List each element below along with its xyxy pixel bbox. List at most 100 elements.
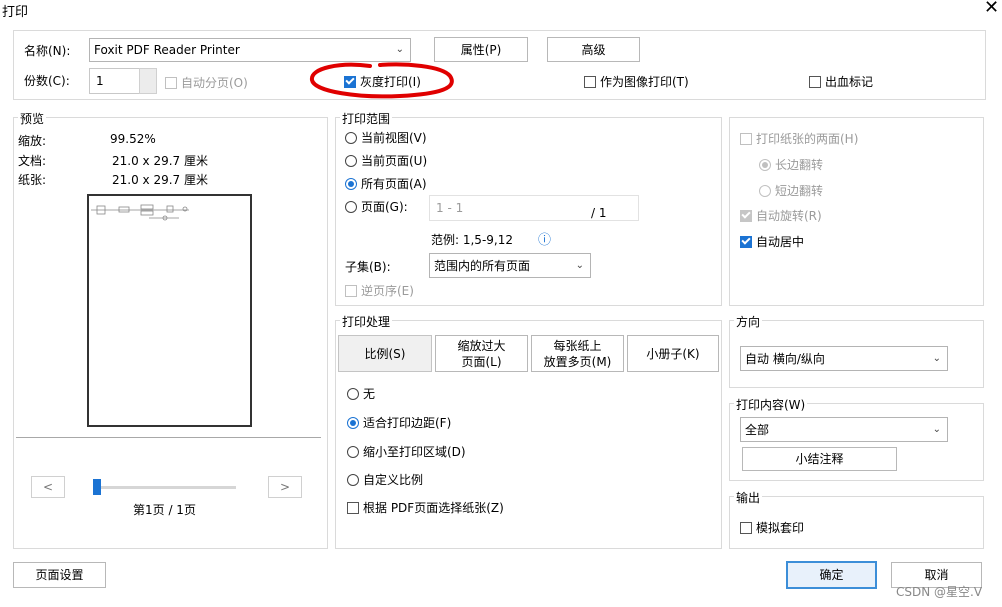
summarize-comments-button[interactable]: 小结注释 [742,447,897,471]
choose-paper-checkbox-box [347,501,359,514]
custom-scale-radio-dot [347,473,359,486]
printer-name-label: 名称(N): [24,44,71,58]
short-edge-radio[interactable]: 短边翻转 [759,182,823,199]
all-pages-label: 所有页面(A) [361,177,427,191]
tab-booklet[interactable]: 小册子(K) [627,335,719,372]
print-handling-title: 打印处理 [340,313,393,330]
simulate-overprint-checkbox-box [740,521,752,534]
shrink-radio[interactable]: 缩小至打印区域(D) [347,443,466,460]
both-sides-label: 打印纸张的两面(H) [756,132,859,146]
shrink-label: 缩小至打印区域(D) [363,445,466,459]
current-view-label: 当前视图(V) [361,131,427,145]
tab-tile-line2: 页面(L) [461,354,502,369]
print-content-title: 打印内容(W) [734,396,808,413]
tab-tile-line1: 缩放过大 [457,338,506,353]
next-page-button[interactable]: > [268,476,302,498]
fit-margins-radio[interactable]: 适合打印边距(F) [347,414,451,431]
print-range-title: 打印范围 [340,110,393,127]
pages-placeholder: 1 - 1 [436,201,464,215]
reverse-pages-checkbox[interactable]: 逆页序(E) [345,282,414,299]
copies-label: 份数(C): [24,74,70,88]
zoom-value: 99.52% [110,132,156,146]
print-as-image-checkbox[interactable]: 作为图像打印(T) [584,73,689,90]
all-pages-radio[interactable]: 所有页面(A) [345,175,427,192]
tab-scale[interactable]: 比例(S) [338,335,432,372]
auto-center-checkbox-box [740,235,752,248]
page-setup-button[interactable]: 页面设置 [13,562,106,588]
window-title: 打印 [2,5,29,20]
print-content-select[interactable]: 全部 ⌄ [740,417,948,442]
paper-value: 21.0 x 29.7 厘米 [112,173,208,187]
chevron-down-icon: ⌄ [932,352,941,364]
pages-total: / 1 [591,206,607,220]
custom-scale-radio[interactable]: 自定义比例 [347,471,423,488]
info-icon[interactable]: ⓘ [538,229,551,248]
advanced-button[interactable]: 高级 [547,37,640,62]
choose-paper-checkbox[interactable]: 根据 PDF页面选择纸张(Z) [347,499,504,516]
custom-scale-label: 自定义比例 [363,473,424,487]
pages-input[interactable]: 1 - 1 [429,195,639,221]
watermark-text: CSDN @星空.V [896,585,983,599]
printer-name-value: Foxit PDF Reader Printer [94,43,240,57]
current-view-radio-dot [345,131,357,144]
paper-label: 纸张: [18,173,47,187]
orientation-value: 自动 横向/纵向 [745,352,825,366]
collate-checkbox[interactable]: 自动分页(O) [165,74,248,91]
short-edge-label: 短边翻转 [775,184,824,198]
tab-multiple-pages[interactable]: 每张纸上 放置多页(M) [531,335,624,372]
current-page-label: 当前页面(U) [361,154,428,168]
subset-select[interactable]: 范围内的所有页面 ⌄ [429,253,591,278]
collate-checkbox-box [165,76,177,89]
preview-title: 预览 [18,110,47,127]
close-icon[interactable]: ✕ [984,0,999,19]
fit-margins-label: 适合打印边距(F) [363,416,452,430]
bleed-marks-checkbox[interactable]: 出血标记 [809,73,873,90]
page-content-thumbnail [91,204,189,221]
choose-paper-label: 根据 PDF页面选择纸张(Z) [363,501,504,515]
subset-value: 范围内的所有页面 [434,259,531,273]
page-preview [87,194,252,427]
current-page-radio-dot [345,154,357,167]
pages-radio[interactable]: 页面(G): [345,198,408,215]
short-edge-radio-dot [759,184,771,197]
copies-stepper[interactable] [139,68,157,94]
print-content-value: 全部 [745,423,770,437]
pages-radio-dot [345,200,357,213]
long-edge-radio-dot [759,158,771,171]
document-label: 文档: [18,154,47,168]
print-as-image-label: 作为图像打印(T) [600,75,689,89]
auto-rotate-label: 自动旋转(R) [756,209,822,223]
scale-none-radio[interactable]: 无 [347,385,375,402]
bleed-marks-checkbox-box [809,75,821,88]
page-slider-track[interactable] [95,486,236,489]
subset-label: 子集(B): [345,260,391,274]
all-pages-radio-dot [345,177,357,190]
auto-rotate-checkbox[interactable]: 自动旋转(R) [740,207,822,224]
both-sides-checkbox-box [740,132,752,145]
shrink-radio-dot [347,445,359,458]
ok-button[interactable]: 确定 [786,561,877,589]
orientation-select[interactable]: 自动 横向/纵向 ⌄ [740,346,948,371]
copies-value: 1 [96,74,104,88]
auto-rotate-checkbox-box [740,209,752,222]
current-view-radio[interactable]: 当前视图(V) [345,129,427,146]
tab-tile-large-pages[interactable]: 缩放过大 页面(L) [435,335,528,372]
bleed-marks-label: 出血标记 [825,75,874,89]
collate-label: 自动分页(O) [181,76,248,90]
simulate-overprint-checkbox[interactable]: 模拟套印 [740,519,804,536]
long-edge-label: 长边翻转 [775,158,824,172]
output-title: 输出 [734,489,763,506]
long-edge-radio[interactable]: 长边翻转 [759,156,823,173]
red-annotation-ellipse [310,62,454,99]
auto-center-checkbox[interactable]: 自动居中 [740,233,804,250]
auto-center-label: 自动居中 [756,235,805,249]
document-value: 21.0 x 29.7 厘米 [112,154,208,168]
chevron-down-icon: ⌄ [395,43,404,55]
current-page-radio[interactable]: 当前页面(U) [345,152,427,169]
page-slider-thumb[interactable] [93,479,101,495]
orientation-title: 方向 [734,313,763,330]
page-range-example: 范例: 1,5-9,12 [431,233,513,247]
tab-multi-line2: 放置多页(M) [543,354,612,369]
prev-page-button[interactable]: < [31,476,65,498]
both-sides-checkbox[interactable]: 打印纸张的两面(H) [740,130,858,147]
